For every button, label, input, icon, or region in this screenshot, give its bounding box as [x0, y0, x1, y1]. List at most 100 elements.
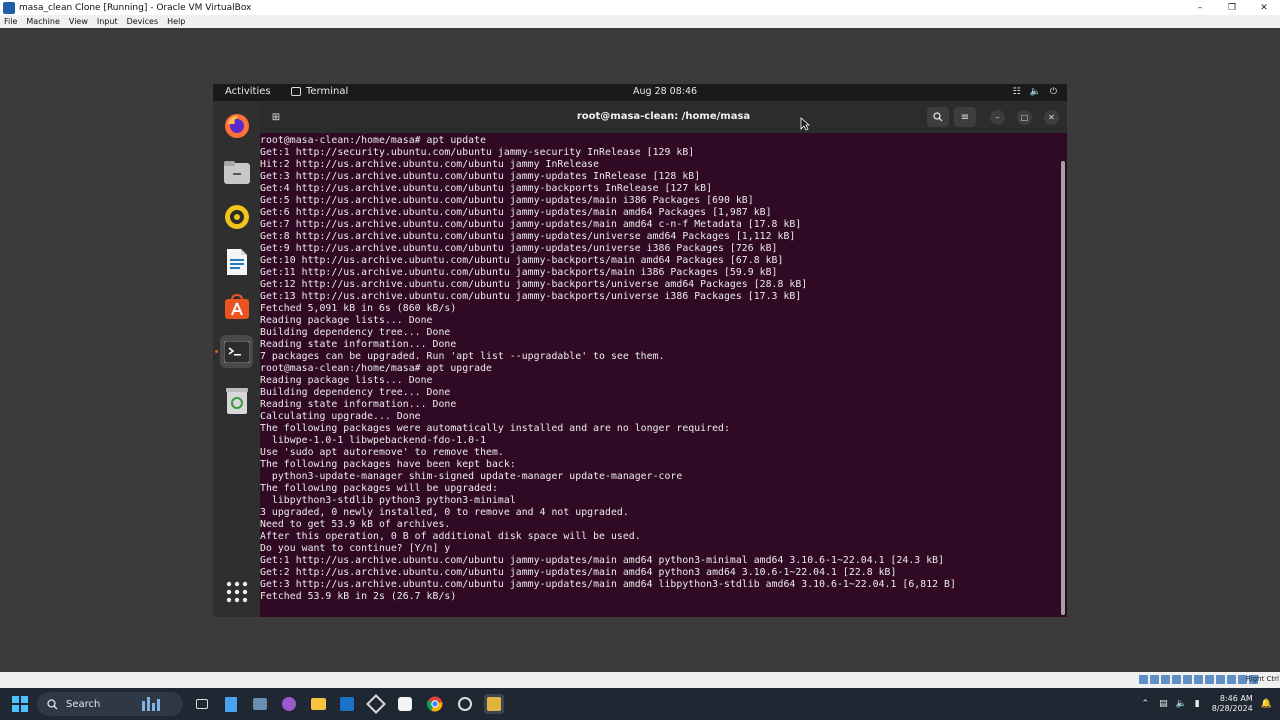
rhythmbox-icon [224, 204, 249, 229]
menu-help[interactable]: Help [167, 17, 185, 26]
search-button[interactable] [927, 107, 949, 127]
usb-icon[interactable] [1183, 675, 1192, 684]
dock-libreoffice-writer[interactable] [220, 245, 253, 278]
menu-view[interactable]: View [69, 17, 88, 26]
menu-machine[interactable]: Machine [26, 17, 60, 26]
disk-icon[interactable] [1139, 675, 1148, 684]
terminal-line: Get:7 http://us.archive.ubuntu.com/ubunt… [260, 219, 802, 230]
clock-date: 8/28/2024 [1211, 704, 1253, 713]
minimize-icon: – [995, 113, 1000, 122]
battery-icon[interactable]: ▮ [1195, 699, 1200, 709]
ubuntu-dock [213, 101, 260, 617]
menu-button[interactable]: ≡ [954, 107, 976, 127]
terminal-line: The following packages will be upgraded: [260, 483, 498, 494]
vbox-titlebar: masa_clean Clone [Running] - Oracle VM V… [0, 0, 1280, 15]
terminal-window[interactable]: ⊞ root@masa-clean: /home/masa ≡ – □ ✕ ro… [260, 101, 1067, 617]
close-icon: ✕ [1048, 113, 1055, 122]
windows-taskbar: Search ⌃ ▤ 🔈 ▮ 8:46 AM 8/28/2024 🔔 [0, 688, 1280, 720]
task-view-icon[interactable] [192, 694, 212, 714]
terminal-line: libwpe-1.0-1 libwpebackend-fdo-1.0-1 [260, 435, 487, 446]
minimize-button[interactable]: – [990, 110, 1005, 125]
menu-file[interactable]: File [4, 17, 17, 26]
menu-devices[interactable]: Devices [127, 17, 159, 26]
terminal-line: Get:13 http://us.archive.ubuntu.com/ubun… [260, 291, 802, 302]
dock-trash[interactable] [220, 384, 253, 417]
activities-button[interactable]: Activities [225, 86, 271, 97]
close-icon[interactable]: ✕ [1248, 0, 1280, 15]
file-explorer-icon[interactable] [308, 694, 328, 714]
volume-icon[interactable]: 🔈 [1176, 699, 1187, 709]
settings-manager-icon[interactable] [250, 694, 270, 714]
terminal-line: 7 packages can be upgraded. Run 'apt lis… [260, 351, 665, 362]
terminal-line: Get:3 http://us.archive.ubuntu.com/ubunt… [260, 171, 701, 182]
vbox-statusbar: Right Ctrl [0, 672, 1280, 688]
window-controls: – ❐ ✕ [1184, 0, 1280, 15]
terminal-line: python3-update-manager shim-signed updat… [260, 471, 683, 482]
close-button[interactable]: ✕ [1044, 110, 1059, 125]
capcut-icon[interactable] [395, 694, 415, 714]
dock-files[interactable] [220, 155, 253, 188]
audio-icon[interactable] [1161, 675, 1170, 684]
taskbar-clock[interactable]: 8:46 AM 8/28/2024 [1212, 694, 1253, 714]
files-icon [223, 160, 250, 184]
power-icon: ⏻ [1049, 87, 1057, 97]
terminal-line: Reading package lists... Done [260, 375, 433, 386]
chrome-icon[interactable] [425, 694, 445, 714]
volume-icon: 🔈 [1029, 87, 1041, 97]
start-button[interactable] [12, 696, 28, 712]
terminal-headerbar: ⊞ root@masa-clean: /home/masa ≡ – □ ✕ [260, 101, 1067, 133]
restore-icon[interactable]: ❐ [1216, 0, 1248, 15]
vbox-menubar: File Machine View Input Devices Help [0, 15, 1280, 28]
dock-terminal[interactable] [220, 335, 253, 368]
snipping-tool-icon[interactable] [455, 694, 475, 714]
terminal-line: The following packages were automaticall… [260, 423, 730, 434]
network-adapter-icon[interactable] [1172, 675, 1181, 684]
dock-rhythmbox[interactable] [220, 200, 253, 233]
terminal-line: root@masa-clean:/home/masa# apt update [260, 135, 487, 146]
outlook-icon[interactable] [337, 694, 357, 714]
notepad-icon[interactable] [221, 694, 241, 714]
terminal-line: Get:5 http://us.archive.ubuntu.com/ubunt… [260, 195, 754, 206]
restore-icon: □ [1020, 113, 1029, 122]
terminal-line: Get:1 http://us.archive.ubuntu.com/ubunt… [260, 555, 945, 566]
app-menu[interactable]: Terminal [291, 86, 348, 97]
terminal-line: Do you want to continue? [Y/n] y [260, 543, 451, 554]
dock-firefox[interactable] [220, 109, 253, 142]
search-label: Search [66, 698, 101, 710]
terminal-line: After this operation, 0 B of additional … [260, 531, 641, 542]
copilot-icon[interactable] [279, 694, 299, 714]
vbox-window-title: masa_clean Clone [Running] - Oracle VM V… [19, 2, 252, 13]
terminal-app-icon [291, 87, 301, 96]
terminal-line: Get:11 http://us.archive.ubuntu.com/ubun… [260, 267, 778, 278]
terminal-line: Fetched 5,091 kB in 6s (860 kB/s) [260, 303, 457, 314]
terminal-scrollbar[interactable] [1061, 161, 1065, 615]
display-icon[interactable] [1205, 675, 1214, 684]
maximize-button[interactable]: □ [1017, 110, 1032, 125]
taskbar-search[interactable]: Search [37, 692, 183, 716]
mouse-cursor-icon [800, 117, 810, 131]
system-status-menu[interactable]: ☷ 🔈 ⏻ [1013, 87, 1057, 97]
app-menu-label: Terminal [306, 86, 349, 97]
cpu-icon[interactable] [1227, 675, 1236, 684]
dock-show-apps[interactable] [220, 575, 253, 608]
virtualbox-taskbar-icon[interactable] [366, 694, 386, 714]
top-bar-clock[interactable]: Aug 28 08:46 [633, 86, 697, 97]
dock-app-center[interactable] [220, 290, 253, 323]
search-icon [933, 112, 943, 122]
virtualbox-vm-taskbar-icon[interactable] [484, 694, 504, 714]
optical-drive-icon[interactable] [1150, 675, 1159, 684]
terminal-line: Calculating upgrade... Done [260, 411, 421, 422]
app-center-icon [224, 293, 249, 319]
recording-icon[interactable] [1216, 675, 1225, 684]
menu-input[interactable]: Input [97, 17, 118, 26]
network-icon[interactable]: ▤ [1159, 699, 1168, 709]
terminal-line: Need to get 53.9 kB of archives. [260, 519, 451, 530]
shared-folders-icon[interactable] [1194, 675, 1203, 684]
search-highlight-icon [142, 697, 161, 711]
minimize-icon[interactable]: – [1184, 0, 1216, 15]
notifications-icon[interactable]: 🔔 [1261, 699, 1272, 709]
terminal-line: Fetched 53.9 kB in 2s (26.7 kB/s) [260, 591, 457, 602]
vbox-device-icons [1139, 675, 1258, 684]
show-hidden-icons[interactable]: ⌃ [1142, 699, 1150, 709]
terminal-line: Get:6 http://us.archive.ubuntu.com/ubunt… [260, 207, 772, 218]
